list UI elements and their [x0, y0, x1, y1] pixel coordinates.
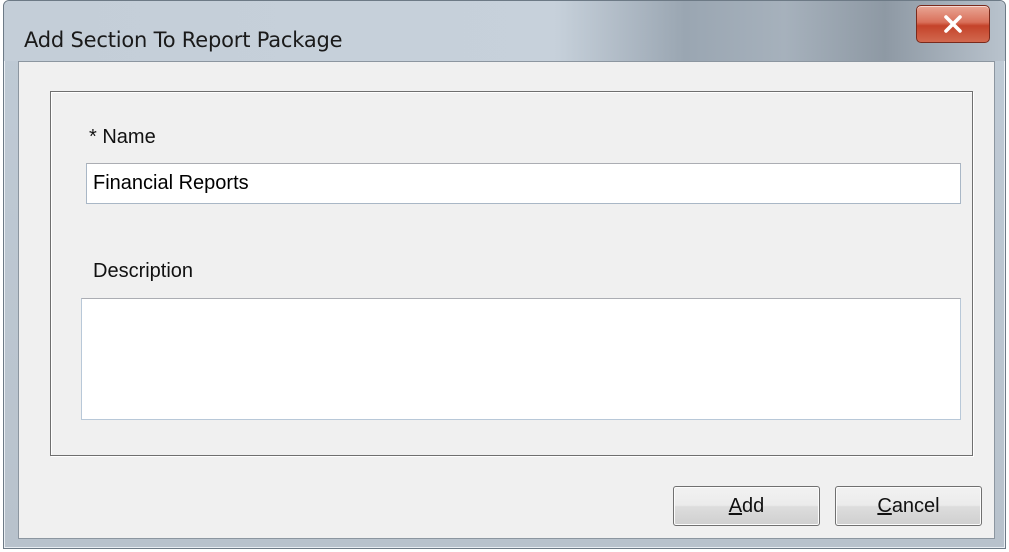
cancel-button-accelerator: C: [877, 494, 892, 517]
dialog-window: Add Section To Report Package * Name Fin…: [3, 0, 1006, 549]
description-label: Description: [93, 260, 194, 282]
description-textarea[interactable]: [81, 298, 961, 420]
name-input[interactable]: Financial Reports: [86, 163, 961, 204]
name-label: * Name: [89, 126, 156, 148]
cancel-button[interactable]: Cancel: [835, 486, 982, 526]
dialog-client-area: * Name Financial Reports Description Add…: [18, 61, 995, 539]
add-button[interactable]: Add: [673, 486, 820, 526]
title-bar[interactable]: Add Section To Report Package: [4, 1, 1005, 61]
add-button-label: dd: [742, 494, 765, 517]
dialog-title: Add Section To Report Package: [24, 28, 343, 52]
cancel-button-label: ancel: [891, 494, 940, 517]
close-icon: [944, 15, 962, 33]
add-button-accelerator: A: [728, 494, 743, 517]
close-button[interactable]: [916, 5, 990, 43]
